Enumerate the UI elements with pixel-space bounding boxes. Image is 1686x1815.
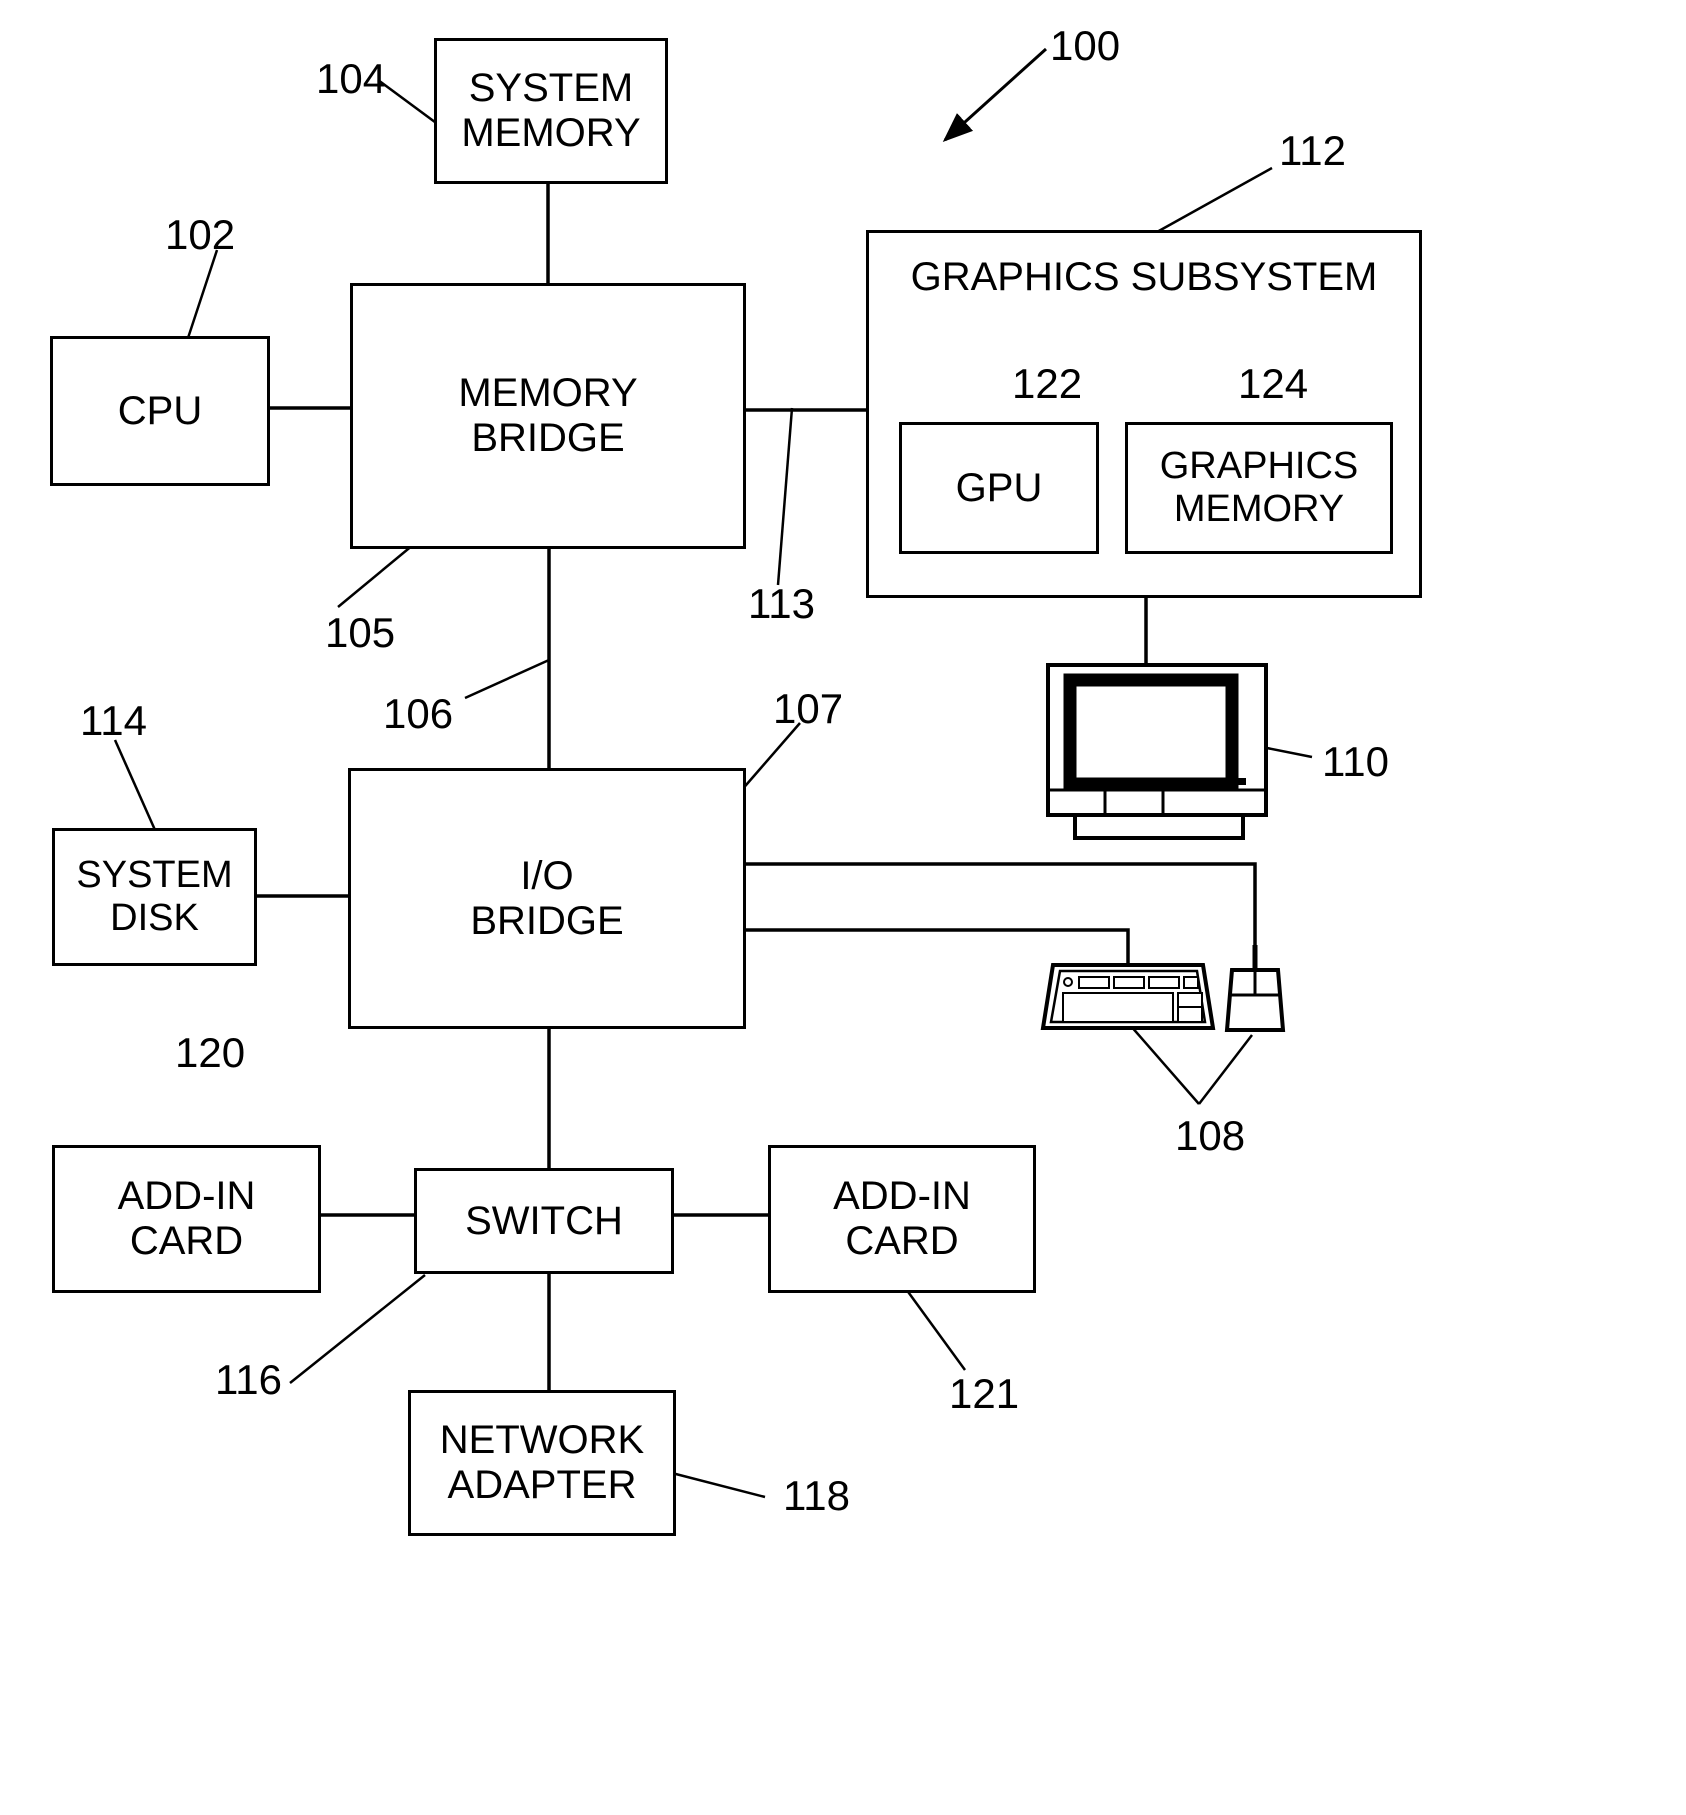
leader-106 <box>464 658 550 700</box>
block-graphics-memory-label: GRAPHICS MEMORY <box>1159 445 1359 530</box>
mouse-icon <box>1224 945 1286 1032</box>
block-add-in-card-left-label: ADD-IN CARD <box>117 1174 256 1263</box>
block-network-adapter[interactable]: NETWORK ADAPTER <box>408 1390 676 1536</box>
display-device-icon <box>1046 663 1268 840</box>
ref-label-112: 112 <box>1279 127 1346 174</box>
ref-label-106: 106 <box>383 690 454 737</box>
leader-114 <box>113 739 157 831</box>
block-add-in-card-left[interactable]: ADD-IN CARD <box>52 1145 321 1293</box>
leader-105 <box>337 539 420 608</box>
block-graphics-subsystem-label: GRAPHICS SUBSYSTEM <box>910 255 1378 299</box>
leader-113 <box>776 407 794 586</box>
block-io-bridge-label: I/O BRIDGE <box>470 853 624 943</box>
ref-label-121: 121 <box>949 1370 1020 1417</box>
wire-iobridge-to-mouse <box>740 862 1257 945</box>
ref-label-116: 116 <box>215 1356 282 1403</box>
ref-label-118: 118 <box>783 1472 850 1519</box>
figure-canvas: SYSTEM MEMORY CPU MEMORY BRIDGE GRAPHICS… <box>0 0 1686 1815</box>
block-graphics-memory[interactable]: GRAPHICS MEMORY <box>1125 422 1393 554</box>
leader-118 <box>667 1470 766 1499</box>
block-system-memory[interactable]: SYSTEM MEMORY <box>434 38 668 184</box>
ref-label-122: 122 <box>1012 360 1083 407</box>
block-cpu[interactable]: CPU <box>50 336 270 486</box>
leader-107 <box>739 722 801 793</box>
block-network-adapter-label: NETWORK ADAPTER <box>439 1418 645 1507</box>
block-gpu[interactable]: GPU <box>899 422 1099 554</box>
block-gpu-label: GPU <box>955 465 1043 510</box>
block-add-in-card-right[interactable]: ADD-IN CARD <box>768 1145 1036 1293</box>
ref-label-100: 100 <box>1050 22 1121 69</box>
block-cpu-label: CPU <box>117 388 203 433</box>
block-switch[interactable]: SWITCH <box>414 1168 674 1274</box>
block-memory-bridge-label: MEMORY BRIDGE <box>458 371 638 460</box>
leader-108-keyboard <box>1129 1024 1200 1105</box>
ref-label-113: 113 <box>748 580 815 627</box>
leader-112 <box>1156 166 1273 234</box>
leader-102 <box>186 249 219 339</box>
block-io-bridge[interactable]: I/O BRIDGE <box>348 768 746 1029</box>
block-add-in-card-right-label: ADD-IN CARD <box>833 1174 971 1263</box>
ref-label-108: 108 <box>1175 1112 1246 1159</box>
leader-108-mouse <box>1198 1034 1253 1105</box>
block-memory-bridge[interactable]: MEMORY BRIDGE <box>350 283 746 549</box>
ref-100-arrow <box>942 47 1048 143</box>
ref-label-102: 102 <box>165 211 236 258</box>
block-system-memory-label: SYSTEM MEMORY <box>461 66 641 155</box>
ref-label-114: 114 <box>80 697 147 744</box>
block-system-disk-label: SYSTEM DISK <box>76 854 233 939</box>
block-system-disk[interactable]: SYSTEM DISK <box>52 828 257 966</box>
keyboard-icon <box>1040 963 1216 1030</box>
ref-label-107: 107 <box>773 685 844 732</box>
ref-label-120: 120 <box>175 1029 246 1076</box>
ref-label-124: 124 <box>1238 360 1309 407</box>
ref-label-110: 110 <box>1322 738 1389 785</box>
wire-iobridge-to-keyboard <box>740 928 1130 965</box>
block-switch-label: SWITCH <box>465 1198 623 1243</box>
ref-label-104: 104 <box>316 55 387 102</box>
ref-label-105: 105 <box>325 609 396 656</box>
